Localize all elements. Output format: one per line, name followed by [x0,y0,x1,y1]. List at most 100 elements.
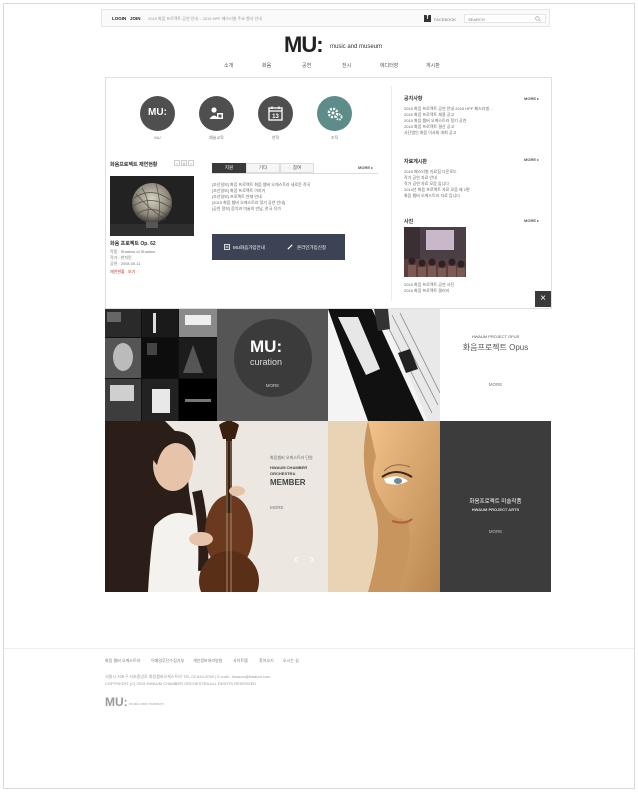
quick-menu-education[interactable] [199,96,234,131]
panel-divider [391,86,392,301]
data-board-item[interactable]: 작가 공연 자료 안내 [404,175,437,180]
photo-caption[interactable]: 2015 화음 프로젝트 공연 사진 [404,282,454,287]
footer-link[interactable]: 사이트맵 [233,658,248,664]
photo-caption[interactable]: 2015 화음 프로젝트 갤러리 [404,288,449,293]
people-icon [209,107,223,119]
arts-english-title: HWAUM PROJECT ARTS [471,507,520,512]
quick-menu-label: 연혁 [271,135,280,140]
facebook-link[interactable]: FACEBOOK [434,17,456,22]
photo-more-link[interactable]: MORE ▸ [524,218,539,223]
facebook-icon[interactable]: f [424,15,431,22]
curation-word: curation [250,357,283,367]
board-list-item[interactable]: [조선일보] 프로젝트 연재 안내 [212,194,262,199]
data-board-title: 자료게시판 [404,159,428,165]
footer-link[interactable]: 찾아오기 [259,658,274,664]
site-logo[interactable]: MU: [284,32,324,58]
tab-etc[interactable]: 기타 [246,163,280,173]
footer-link[interactable]: 화음 챔버 오케스트라 [105,658,140,664]
nav-item-hwaum[interactable]: 화음 [262,62,271,69]
top-notice-text[interactable]: 2015 화음 프로젝트 공연 안내 – 2015 HPF 페스티벌 주요 행사… [148,16,262,21]
join-link[interactable]: JOIN [130,16,141,21]
project-thumbnail[interactable] [110,176,194,236]
arts-photo-tile[interactable] [328,421,440,592]
more-label: MORE [358,165,370,170]
curation-tile[interactable]: MU: curation MORE [217,309,328,421]
slider-next-icon[interactable]: › [310,552,314,566]
more-label: MORE [524,96,536,101]
arts-tile[interactable]: 화음프로젝트 미술작품 HWAUM PROJECT ARTS MORE [440,421,551,592]
curation-more-link[interactable]: MORE [217,383,328,388]
notice-item[interactable]: 2015 화음 프로젝트 결산 공고 [404,124,454,129]
member-more-link[interactable]: MORE [270,505,284,510]
tab-support[interactable]: 지원 [212,163,246,173]
next-arrow-button[interactable]: › [188,160,194,166]
board-list-item[interactable]: [조선일보] 화음 프로젝트 화음 챔버 오케스트라 새로운 작곡 [212,182,310,187]
login-link[interactable]: LOGIN [112,16,126,21]
nav-item-editor[interactable]: 에디터장 [380,62,398,69]
slider-prev-icon[interactable]: ‹ [294,552,298,566]
more-label: MORE [524,157,536,162]
quick-menu-mu[interactable]: MU: [140,96,175,131]
photo-collage-image [105,309,217,421]
notice-item[interactable]: 2015 화음 프로젝트 채용 공고 [404,112,454,117]
board-list-item[interactable]: [2015 화음 챔버 오케스트라 정기 공연 안내] [212,200,285,205]
quick-menu-history[interactable]: 13 [258,96,293,131]
nav-item-concert[interactable]: 공연 [302,62,311,69]
opus-english-title: HWAUM PROJECT OPUS [471,334,520,339]
footer-link[interactable]: 오시는 길 [283,658,299,664]
close-icon[interactable]: × [535,291,551,307]
footer-copyright: COPYRIGHT (C) 2015 HWAUM CHAMBER ORCHEST… [105,681,258,686]
member-korean-title: 화음챔버 오케스트라 단원 [270,455,313,460]
nav-item-exhibition[interactable]: 전시 [342,62,351,69]
quick-menu-organization[interactable] [317,96,352,131]
data-board-item[interactable]: 2014년 화음 프로젝트 자료 모음 제 1편 [404,187,470,192]
tab-participate[interactable]: 참여 [280,163,314,173]
collage-tile[interactable] [105,309,217,421]
opus-more-link[interactable]: MORE [440,382,551,387]
notice-item[interactable]: 사단법인 화음 이사회 개최 공고 [404,130,456,135]
footer-links: 화음 챔버 오케스트라 이메일무단수집거부 개인정보처리방침 사이트맵 찾아오기… [105,658,405,664]
arts-more-link[interactable]: MORE [440,529,551,534]
document-icon [224,244,230,250]
event-photo [404,227,466,277]
piano-tile[interactable] [328,309,440,421]
main-navigation: 소개 화음 공연 전시 에디터장 게시판 [204,62,444,72]
member-tile[interactable]: 화음챔버 오케스트라 단원 HWAUM CHAMBER ORCHESTRA ME… [105,421,328,592]
tabs-underline [212,173,378,174]
site-logo-subtitle: music and museum [330,44,383,50]
footer-link[interactable]: 이메일무단수집거부 [151,658,184,664]
pause-button[interactable]: ॥ [181,160,187,166]
board-list-item[interactable]: [조선일보] 화음 프로젝트 이야기 [212,188,265,193]
notice-more-link[interactable]: MORE ▸ [524,96,539,101]
top-utility-bar: LOGIN JOIN 2015 화음 프로젝트 공연 안내 – 2015 HPF… [101,9,550,27]
nav-item-board[interactable]: 게시판 [426,62,440,69]
project-detail: 작품 : Shadow of Shadow [110,249,156,254]
notice-title: 공지사항 [404,96,423,102]
project-section-title: 화음프로젝트 재연현황 [110,162,158,168]
sculpture-image [110,176,194,236]
online-signup-label: 온라인가입신청 [297,245,326,250]
online-signup-button[interactable]: 온라인가입신청 [279,237,343,257]
search-input[interactable] [468,15,528,23]
notice-item[interactable]: 2015 화음 챔버 오케스트라 정기 공연 [404,118,466,123]
search-icon[interactable] [535,16,541,22]
tabs-more-link[interactable]: MORE ▸ [358,165,373,170]
quick-menu-label: 조직 [330,135,339,140]
opus-tile[interactable]: HWAUM PROJECT OPUS 화음프로젝트 Opus MORE [440,309,551,421]
mannequin-photo [328,421,440,592]
nav-item-about[interactable]: 소개 [224,62,233,69]
project-status-link[interactable]: 재연현황 : 보기 [110,269,135,274]
footer-link[interactable]: 개인정보처리방침 [193,658,222,664]
data-board-item[interactable]: 2015 페스티벌 자료집 다운로드 [404,169,457,174]
prev-arrow-button[interactable]: ‹ [174,160,180,166]
data-board-item[interactable]: 작가 공연 자료 모음 입니다 [404,181,449,186]
data-more-link[interactable]: MORE ▸ [524,157,539,162]
project-item-title[interactable]: 화음 프로젝트 Op. 62 [110,241,156,247]
membership-guide-button[interactable]: MU화음가입안내 [214,237,278,257]
board-list-item[interactable]: [공연 정보] 음악과 미술의 만남, 한국 작가 [212,206,281,211]
data-board-item[interactable]: 화음 챔버 오케스트라 자료 입니다 [404,193,460,198]
notice-item[interactable]: 2015 화음 프로젝트 공연 안내 2015 HPF 페스티벌… [404,106,493,111]
mu-logo-icon: MU: [148,107,167,118]
photo-title: 사진 [404,219,414,225]
photo-thumbnail[interactable] [404,227,466,277]
